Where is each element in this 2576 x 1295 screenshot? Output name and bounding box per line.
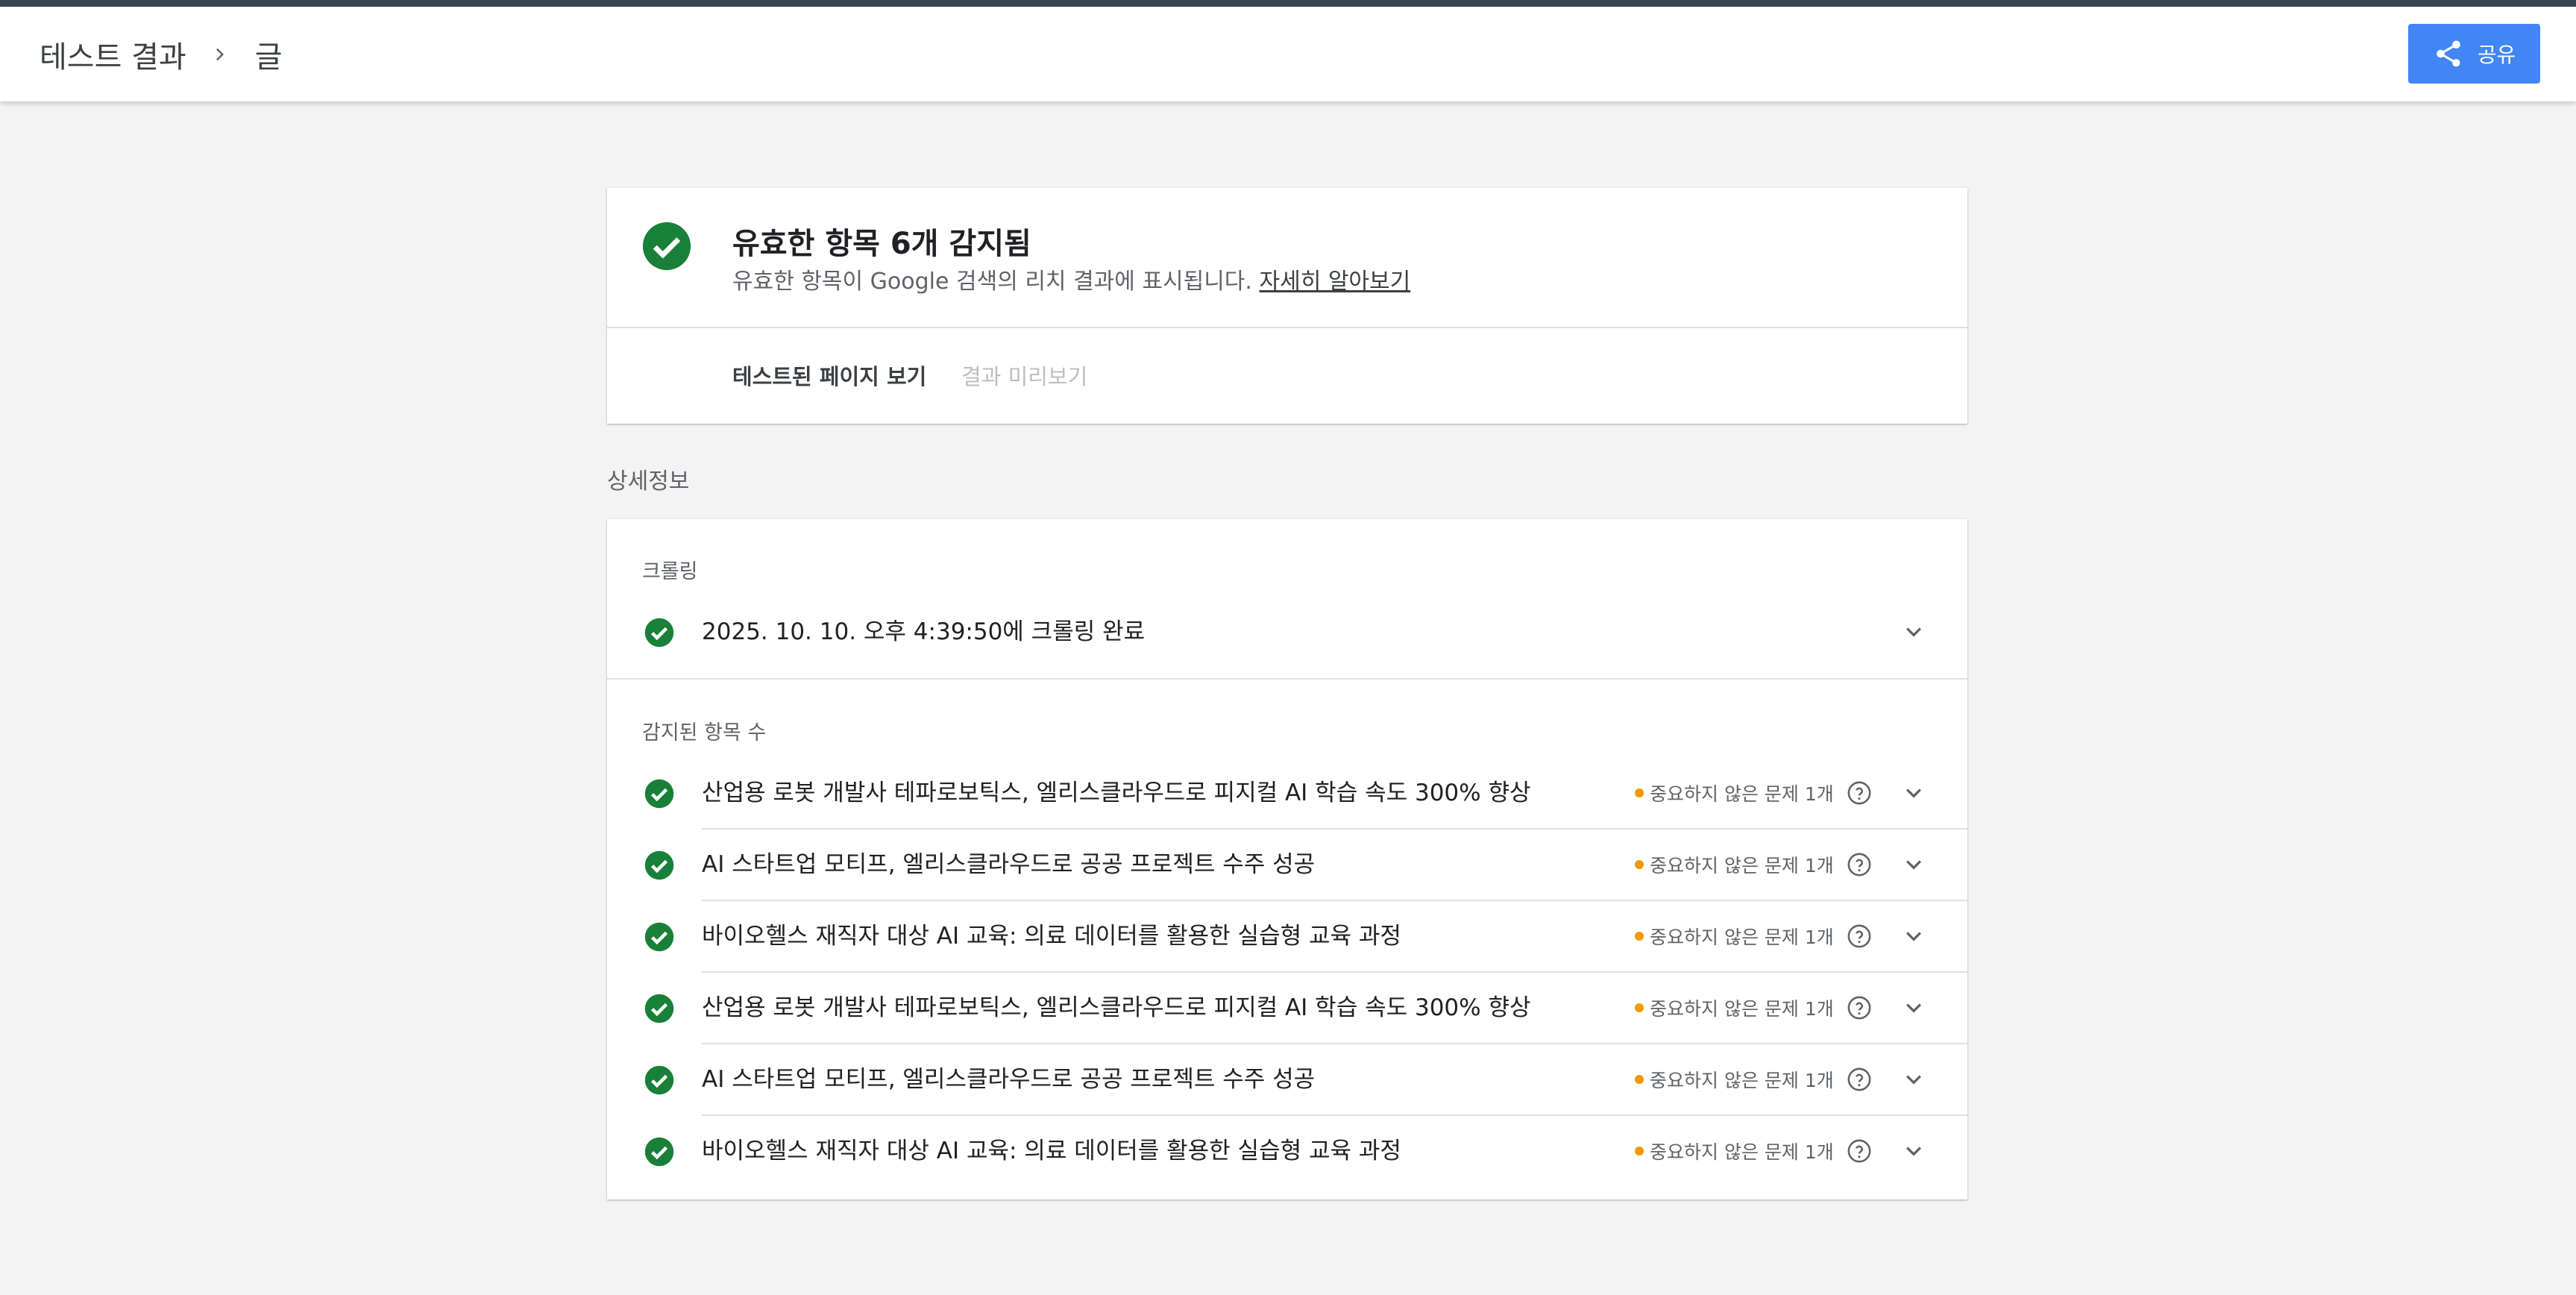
warning-dot-icon: [1635, 860, 1644, 869]
detected-item-row[interactable]: 산업용 로봇 개발사 테파로보틱스, 엘리스클라우드로 피지컬 AI 학습 속도…: [607, 758, 1967, 828]
chevron-down-icon[interactable]: [1899, 1136, 1929, 1166]
chevron-down-icon[interactable]: [1899, 1064, 1929, 1094]
help-icon[interactable]: [1847, 924, 1872, 949]
section-divider: [607, 678, 1967, 680]
help-icon[interactable]: [1847, 1138, 1872, 1164]
issue-badge: 중요하지 않은 문제 1개: [1635, 901, 1834, 971]
share-button[interactable]: 공유: [2408, 24, 2540, 84]
share-icon: [2433, 38, 2464, 69]
issue-text: 중요하지 않은 문제 1개: [1650, 1141, 1834, 1163]
chevron-down-icon[interactable]: [1899, 921, 1929, 951]
issue-badge: 중요하지 않은 문제 1개: [1635, 830, 1834, 900]
help-icon[interactable]: [1847, 780, 1872, 806]
detected-item-title: 산업용 로봇 개발사 테파로보틱스, 엘리스클라우드로 피지컬 AI 학습 속도…: [702, 994, 1531, 1021]
detected-item-title: AI 스타트업 모티프, 엘리스클라우드로 공공 프로젝트 수주 성공: [702, 851, 1316, 878]
check-circle-icon: [641, 220, 693, 272]
share-label: 공유: [2477, 43, 2516, 67]
issue-text: 중요하지 않은 문제 1개: [1650, 926, 1834, 948]
summary-title: 유효한 항목 6개 감지됨: [732, 227, 1031, 261]
detected-section-label: 감지된 항목 수: [642, 721, 767, 744]
detected-item-row[interactable]: 산업용 로봇 개발사 테파로보틱스, 엘리스클라우드로 피지컬 AI 학습 속도…: [607, 973, 1967, 1043]
help-icon[interactable]: [1847, 995, 1872, 1020]
check-circle-icon: [644, 1136, 675, 1167]
check-circle-icon: [644, 850, 675, 881]
tab-view-tested-page[interactable]: 테스트된 페이지 보기: [732, 360, 926, 391]
details-heading: 상세정보: [607, 468, 690, 495]
warning-dot-icon: [1635, 932, 1644, 941]
detected-item-title: 바이오헬스 재직자 대상 AI 교육: 의료 데이터를 활용한 실습형 교육 과…: [702, 1138, 1401, 1164]
chevron-down-icon[interactable]: [1899, 850, 1929, 879]
tab-result-preview[interactable]: 결과 미리보기: [961, 360, 1087, 391]
detected-item-title: 바이오헬스 재직자 대상 AI 교육: 의료 데이터를 활용한 실습형 교육 과…: [702, 923, 1401, 950]
issue-text: 중요하지 않은 문제 1개: [1650, 998, 1834, 1020]
detected-item-title: AI 스타트업 모티프, 엘리스클라우드로 공공 프로젝트 수주 성공: [702, 1066, 1316, 1093]
learn-more-link[interactable]: 자세히 알아보기: [1260, 269, 1411, 295]
summary-subtitle-text: 유효한 항목이 Google 검색의 리치 결과에 표시됩니다.: [732, 269, 1252, 295]
issue-badge: 중요하지 않은 문제 1개: [1635, 1116, 1834, 1186]
issue-badge: 중요하지 않은 문제 1개: [1635, 1044, 1834, 1114]
issue-text: 중요하지 않은 문제 1개: [1650, 1070, 1834, 1091]
check-circle-icon: [644, 778, 675, 809]
warning-dot-icon: [1635, 1075, 1644, 1084]
detected-item-row[interactable]: AI 스타트업 모티프, 엘리스클라우드로 공공 프로젝트 수주 성공 중요하지…: [607, 830, 1967, 900]
summary-card: 유효한 항목 6개 감지됨 유효한 항목이 Google 검색의 리치 결과에 …: [607, 188, 1967, 424]
breadcrumb: 테스트 결과 글: [40, 7, 283, 101]
crawl-section-label: 크롤링: [642, 560, 698, 583]
top-accent-line: [0, 0, 2576, 7]
detected-item-row[interactable]: 바이오헬스 재직자 대상 AI 교육: 의료 데이터를 활용한 실습형 교육 과…: [607, 1116, 1967, 1186]
detected-item-row[interactable]: AI 스타트업 모티프, 엘리스클라우드로 공공 프로젝트 수주 성공 중요하지…: [607, 1044, 1967, 1114]
detected-item-row[interactable]: 바이오헬스 재직자 대상 AI 교육: 의료 데이터를 활용한 실습형 교육 과…: [607, 901, 1967, 971]
crawl-status-text: 2025. 10. 10. 오후 4:39:50에 크롤링 완료: [702, 618, 1146, 645]
breadcrumb-current: 글: [254, 40, 283, 75]
chevron-down-icon[interactable]: [1899, 617, 1929, 647]
details-card: 크롤링 2025. 10. 10. 오후 4:39:50에 크롤링 완료 감지된…: [607, 519, 1967, 1200]
chevron-down-icon[interactable]: [1899, 778, 1929, 808]
issue-text: 중요하지 않은 문제 1개: [1650, 783, 1834, 805]
breadcrumb-root[interactable]: 테스트 결과: [40, 33, 186, 76]
app-header: 테스트 결과 글 공유: [0, 7, 2576, 101]
help-icon[interactable]: [1847, 1067, 1872, 1092]
issue-text: 중요하지 않은 문제 1개: [1650, 855, 1834, 877]
check-circle-icon: [644, 617, 675, 648]
check-circle-icon: [644, 1064, 675, 1096]
warning-dot-icon: [1635, 1003, 1644, 1012]
crawl-status-row[interactable]: 2025. 10. 10. 오후 4:39:50에 크롤링 완료: [607, 597, 1967, 667]
issue-badge: 중요하지 않은 문제 1개: [1635, 758, 1834, 828]
warning-dot-icon: [1635, 788, 1644, 797]
help-icon[interactable]: [1847, 852, 1872, 877]
detected-item-title: 산업용 로봇 개발사 테파로보틱스, 엘리스클라우드로 피지컬 AI 학습 속도…: [702, 780, 1531, 806]
chevron-right-icon: [207, 41, 234, 68]
chevron-down-icon[interactable]: [1899, 993, 1929, 1023]
warning-dot-icon: [1635, 1147, 1644, 1156]
divider: [607, 327, 1967, 328]
issue-badge: 중요하지 않은 문제 1개: [1635, 973, 1834, 1043]
check-circle-icon: [644, 993, 675, 1024]
check-circle-icon: [644, 921, 675, 953]
summary-subtitle: 유효한 항목이 Google 검색의 리치 결과에 표시됩니다. 자세히 알아보…: [732, 263, 1410, 295]
